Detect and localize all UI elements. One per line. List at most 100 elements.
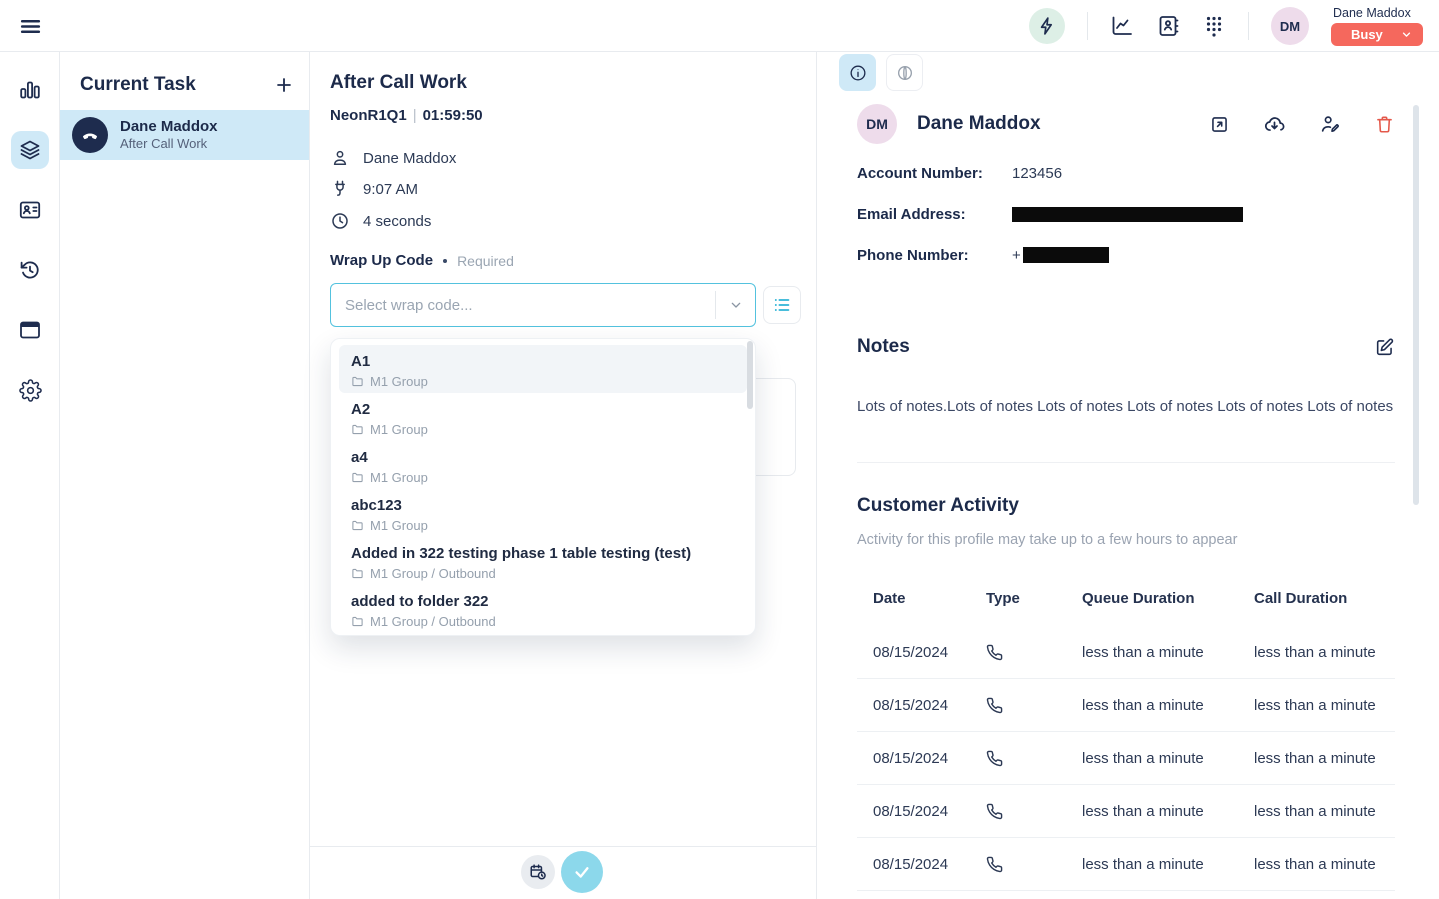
phone-handset-icon [80, 125, 100, 145]
current-task-header: Current Task [60, 52, 309, 96]
activity-call-duration: less than a minute [1254, 697, 1395, 714]
activity-date: 08/15/2024 [873, 644, 986, 661]
wrap-code-option[interactable]: abc123 M1 Group [339, 489, 747, 537]
activity-queue-duration: less than a minute [1082, 856, 1254, 873]
contacts-directory-button[interactable] [1156, 14, 1180, 38]
task-item-state: After Call Work [120, 136, 218, 153]
contact-header: DM Dane Maddox [857, 104, 1395, 144]
quick-actions-button[interactable] [1029, 8, 1065, 44]
nav-browser-button[interactable] [11, 311, 49, 349]
lightning-icon [1037, 16, 1057, 36]
add-task-button[interactable] [273, 74, 295, 96]
info-icon [848, 63, 868, 83]
contact-name: Dane Maddox [917, 113, 1041, 135]
footer-divider [310, 846, 816, 847]
contact-profile-panel: DM Dane Maddox [816, 52, 1439, 899]
option-path: M1 Group [370, 422, 428, 437]
status-label: Busy [1351, 27, 1383, 42]
activity-date: 08/15/2024 [873, 697, 986, 714]
line-chart-icon [1110, 14, 1134, 38]
nav-contacts-button[interactable] [11, 191, 49, 229]
connect-time-row: 9:07 AM [330, 179, 418, 199]
duration-row: 4 seconds [330, 211, 431, 231]
wrap-code-option[interactable]: Added in 322 testing phase 1 table testi… [339, 537, 747, 585]
open-profile-button[interactable] [1209, 114, 1230, 135]
address-book-icon [1156, 14, 1180, 38]
activity-call-duration: less than a minute [1254, 750, 1395, 767]
wrap-up-label: Wrap Up Code [330, 252, 433, 269]
contact-fields: Account Number: 123456 Email Address: Ph… [857, 162, 1395, 285]
profile-tabs [839, 54, 923, 91]
tab-insights[interactable] [886, 54, 923, 91]
gear-icon [19, 379, 42, 402]
agent-row: Dane Maddox [330, 148, 456, 168]
section-divider [857, 462, 1395, 463]
download-profile-button[interactable] [1263, 113, 1286, 136]
check-icon [572, 862, 592, 882]
notes-text: Lots of notes.Lots of notes Lots of note… [857, 396, 1395, 417]
wrap-code-input[interactable] [331, 297, 715, 314]
task-list-item[interactable]: Dane Maddox After Call Work [60, 110, 309, 160]
duration-value: 4 seconds [363, 213, 431, 230]
activity-queue-duration: less than a minute [1082, 697, 1254, 714]
nav-settings-button[interactable] [11, 371, 49, 409]
dropdown-scrollbar[interactable] [747, 341, 753, 409]
nav-queues-button[interactable] [11, 131, 49, 169]
folder-icon [351, 423, 364, 436]
delete-contact-button[interactable] [1374, 114, 1395, 135]
status-dropdown-button[interactable]: Busy [1331, 23, 1423, 46]
customer-activity-title: Customer Activity [857, 495, 1019, 517]
tab-info[interactable] [839, 54, 876, 91]
wrap-code-option[interactable]: A2 M1 Group [339, 393, 747, 441]
edit-notes-button[interactable] [1374, 337, 1395, 358]
clock-icon [330, 211, 350, 231]
call-type-phone-icon [986, 750, 1082, 767]
browse-wrap-codes-button[interactable] [763, 286, 801, 324]
activity-call-duration: less than a minute [1254, 803, 1395, 820]
option-path: M1 Group [370, 518, 428, 533]
email-redaction-bar [1012, 207, 1243, 222]
contact-card-icon [18, 198, 42, 222]
phone-redaction-bar [1023, 247, 1109, 263]
dialpad-button[interactable] [1202, 14, 1226, 38]
wrap-up-label-row: Wrap Up Code Required [330, 252, 514, 269]
account-number-label: Account Number: [857, 165, 1012, 182]
left-nav-rail [0, 52, 60, 899]
history-icon [18, 258, 42, 282]
col-header-queue-duration: Queue Duration [1082, 590, 1254, 607]
complete-acw-button[interactable] [561, 851, 603, 893]
task-detail-panel: After Call Work NeonR1Q1|01:59:50 Dane M… [310, 52, 816, 899]
col-header-type: Type [986, 590, 1082, 607]
plus-icon [273, 74, 295, 96]
select-chevron-zone[interactable] [715, 291, 755, 319]
edit-contact-button[interactable] [1319, 113, 1341, 135]
activity-row: 08/15/2024 less than a minute less than … [857, 838, 1395, 891]
notes-header: Notes [857, 336, 1395, 358]
contact-panel-scrollbar[interactable] [1413, 105, 1419, 505]
nav-history-button[interactable] [11, 251, 49, 289]
chevron-down-icon [1400, 28, 1413, 41]
activity-row: 08/15/2024 less than a minute less than … [857, 679, 1395, 732]
wrap-code-option[interactable]: A1 M1 Group [339, 345, 747, 393]
contact-initials: DM [866, 116, 888, 132]
list-icon [772, 295, 792, 315]
folder-icon [351, 375, 364, 388]
activity-queue-duration: less than a minute [1082, 750, 1254, 767]
topbar-actions: DM Dane Maddox Busy [1029, 0, 1423, 52]
person-icon [330, 148, 350, 168]
wrap-code-option[interactable]: added to folder 322 M1 Group / Outbound [339, 585, 747, 633]
wrap-code-option[interactable]: a4 M1 Group [339, 441, 747, 489]
activity-table: Date Type Queue Duration Call Duration 0… [857, 578, 1395, 891]
hamburger-menu-button[interactable] [18, 14, 43, 39]
window-icon [18, 318, 42, 342]
analytics-button[interactable] [1110, 14, 1134, 38]
user-meta: Dane Maddox Busy [1331, 6, 1423, 46]
activity-row: 08/15/2024 less than a minute less than … [857, 732, 1395, 785]
schedule-callback-button[interactable] [521, 855, 555, 889]
user-avatar[interactable]: DM [1271, 7, 1309, 45]
acw-timer: 01:59:50 [423, 107, 483, 124]
user-name: Dane Maddox [1331, 6, 1423, 20]
col-header-date: Date [873, 590, 986, 607]
wrap-code-select[interactable] [330, 283, 756, 327]
nav-dashboard-button[interactable] [11, 71, 49, 109]
